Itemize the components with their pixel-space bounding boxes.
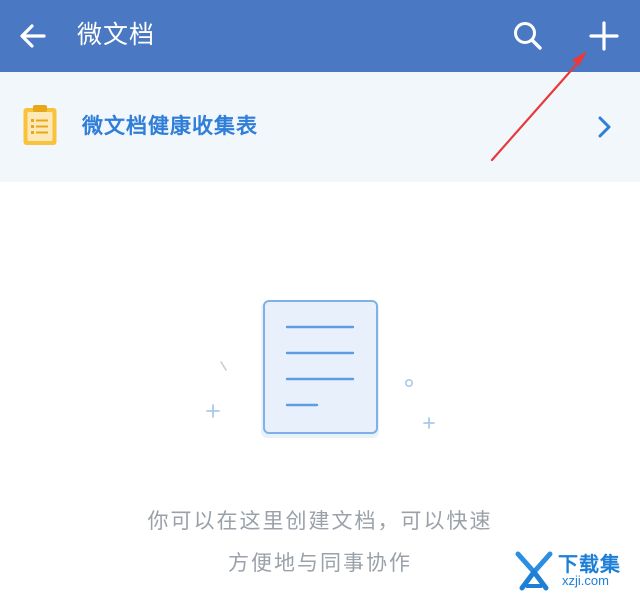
back-button[interactable] [14,16,54,56]
chevron-right-icon [591,112,617,142]
top-app-bar: 微文档 [0,0,640,72]
xzji-logo-icon [515,551,553,591]
health-form-banner[interactable]: 微文档健康收集表 [0,72,640,182]
search-button[interactable] [506,14,550,58]
plus-icon [589,21,619,51]
search-icon [514,22,542,50]
banner-label: 微文档健康收集表 [82,114,258,138]
clipboard-list-icon [22,103,58,147]
page-title: 微文档 [77,20,156,49]
back-arrow-icon [20,24,46,48]
empty-state-line-1: 你可以在这里创建文档，可以快速 [147,509,493,533]
document-illustration-icon [195,290,455,460]
watermark-domain: xzji.com [562,573,609,588]
add-document-button[interactable] [582,14,626,58]
site-watermark: 下载集 xzji.com [512,548,636,592]
